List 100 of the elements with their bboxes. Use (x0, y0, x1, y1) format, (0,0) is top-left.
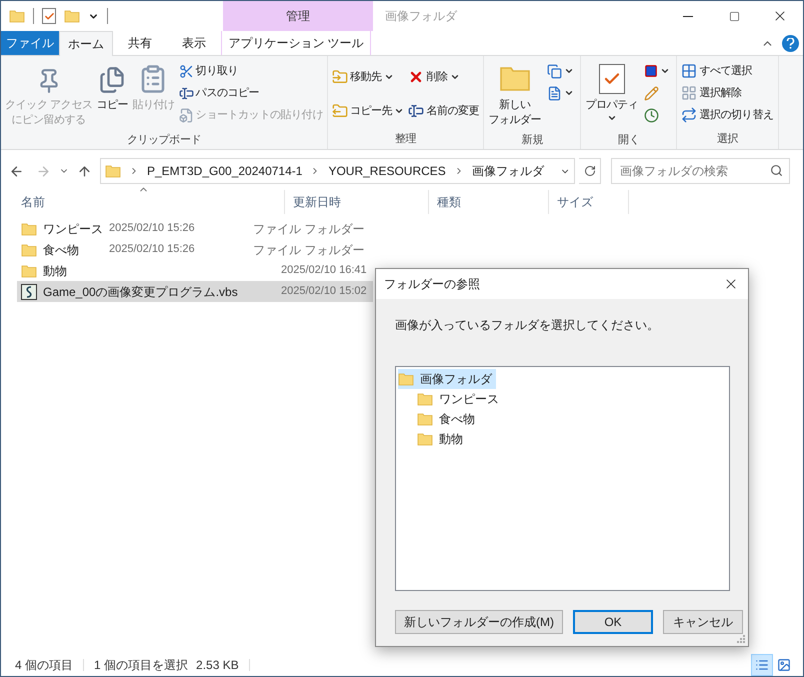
folder-icon (9, 8, 25, 24)
ribbon-group-label: 整理 (395, 132, 416, 147)
tree-item[interactable]: ワンピース (417, 389, 503, 409)
folder-icon (417, 411, 433, 427)
up-icon[interactable] (77, 164, 92, 178)
file-row[interactable]: 食べ物 2025/02/10 15:26 ファイル フォルダー (17, 239, 373, 260)
tree-item[interactable]: 動物 (417, 429, 467, 449)
shortcut-icon (178, 108, 194, 122)
caret-icon (660, 66, 670, 76)
new-folder-icon (64, 8, 80, 24)
modified-date: 2025/02/10 16:41 (281, 263, 368, 278)
folder-icon (398, 371, 414, 387)
invert-selection-icon (681, 107, 698, 123)
file-tab[interactable]: ファイル (1, 31, 59, 55)
modified-date: 2025/02/10 15:26 (109, 221, 196, 236)
breadcrumb[interactable]: 画像フォルダ (472, 162, 544, 180)
column-header[interactable]: 名前 (13, 190, 285, 214)
caret-icon (564, 66, 574, 76)
dialog-button[interactable]: キャンセル (663, 610, 743, 634)
column-header[interactable]: 種類 (429, 190, 549, 214)
column-header[interactable]: サイズ (549, 190, 629, 214)
script-file-icon (21, 284, 37, 300)
caret-icon (394, 106, 404, 116)
search-field[interactable]: 画像フォルダの検索 (611, 158, 790, 184)
back-icon[interactable] (9, 164, 24, 178)
ribbon-button[interactable]: 選択解除 (679, 82, 776, 104)
file-name: Game_00の画像変更プログラム.vbs (43, 284, 238, 300)
folder-icon (105, 163, 121, 179)
properties-icon (598, 64, 625, 94)
folder-icon (417, 431, 433, 447)
ribbon-tab[interactable]: アプリケーション ツール (221, 31, 371, 55)
folder-icon (21, 220, 37, 236)
copy-icon (98, 66, 126, 94)
address-bar[interactable]: P_EMT3D_G00_20240714-1 YOUR_RESOURCES 画像フォルダ (100, 158, 575, 184)
details-view-button[interactable] (751, 654, 773, 676)
move-folder-icon (332, 69, 348, 85)
dialog-button[interactable]: 新しいフォルダーの作成(M) (395, 610, 563, 634)
caret-icon (384, 72, 394, 82)
refresh-icon (584, 165, 596, 177)
easy-access-icon (547, 86, 562, 100)
new-item-icon (547, 64, 562, 78)
edit-icon (644, 86, 660, 100)
ribbon-button[interactable]: パスのコピー (176, 82, 325, 104)
file-row[interactable]: ワンピース 2025/02/10 15:26 ファイル フォルダー (17, 218, 373, 239)
select-all-icon (681, 63, 698, 79)
image-icon (777, 658, 791, 672)
file-row[interactable]: Game_00の画像変更プログラム.vbs 2025/02/10 15:02 (17, 281, 373, 302)
scissors-icon (178, 64, 194, 78)
ribbon-tab[interactable]: 共有 (113, 31, 167, 55)
folder-icon (21, 242, 37, 258)
rename-icon (408, 103, 424, 119)
ribbon-large-button[interactable]: 新しい フォルダー (486, 60, 544, 132)
file-name: 食べ物 (43, 242, 79, 258)
caret-icon (606, 113, 617, 123)
selection-size: 2.53 KB (196, 657, 239, 674)
tree-item[interactable]: 食べ物 (417, 409, 479, 429)
file-name: 動物 (43, 262, 67, 280)
ribbon-group-label: クリップボード (126, 132, 202, 148)
folder-icon (417, 391, 433, 407)
ribbon-button[interactable]: 移動先 (330, 66, 406, 88)
open-icon (644, 64, 658, 78)
ribbon-button[interactable]: すべて選択 (679, 60, 776, 82)
resize-grip-icon (737, 635, 745, 643)
ribbon-button[interactable]: 選択の切り替え (679, 104, 776, 126)
context-tab-header: 管理 (223, 1, 373, 31)
ribbon-tab[interactable]: 表示 (167, 31, 221, 55)
dialog-button[interactable]: OK (573, 610, 653, 634)
select-none-icon (681, 85, 698, 101)
file-type: ファイル フォルダー (253, 242, 366, 258)
column-header[interactable]: 更新日時 (285, 190, 429, 214)
maximize-icon (728, 10, 740, 22)
ribbon-group-label: 選択 (716, 132, 738, 147)
breadcrumb[interactable]: YOUR_RESOURCES (328, 162, 446, 180)
ribbon-large-button[interactable]: コピー (94, 60, 130, 132)
file-name: ワンピース (43, 220, 103, 238)
ribbon-button[interactable]: 名前の変更 (406, 100, 482, 122)
copy-folder-icon (332, 103, 348, 119)
breadcrumb[interactable]: P_EMT3D_G00_20240714-1 (147, 162, 302, 180)
item-count: 4 個の項目 (15, 657, 74, 674)
properties-icon[interactable] (42, 8, 56, 24)
ribbon-button[interactable]: 削除 (406, 66, 482, 88)
modified-date: 2025/02/10 15:26 (109, 242, 196, 258)
selection-count: 1 個の項目を選択 (94, 657, 188, 674)
tree-item[interactable]: 画像フォルダ (398, 369, 496, 389)
ribbon-group-label: 新規 (522, 132, 543, 148)
folder-icon (21, 262, 37, 278)
ribbon-tab[interactable]: ホーム (59, 31, 113, 56)
modified-date: 2025/02/10 15:02 (281, 284, 368, 300)
file-row[interactable]: 動物 2025/02/10 16:41 (17, 260, 373, 281)
list-icon (755, 658, 769, 672)
refresh-button[interactable] (579, 158, 601, 184)
window-title: 画像フォルダ (384, 8, 458, 25)
ribbon-large-button[interactable]: プロパティ (583, 60, 640, 132)
dialog-message: 画像が入っているフォルダを選択してください。 (394, 317, 660, 334)
help-icon[interactable] (782, 34, 799, 52)
ribbon-group-label: 開く (618, 133, 640, 148)
ribbon-button[interactable]: 切り取り (176, 60, 325, 82)
file-type: ファイル フォルダー (253, 220, 366, 238)
dialog-title: フォルダーの参照 (384, 276, 481, 293)
ribbon-button[interactable]: コピー先 (330, 100, 406, 122)
